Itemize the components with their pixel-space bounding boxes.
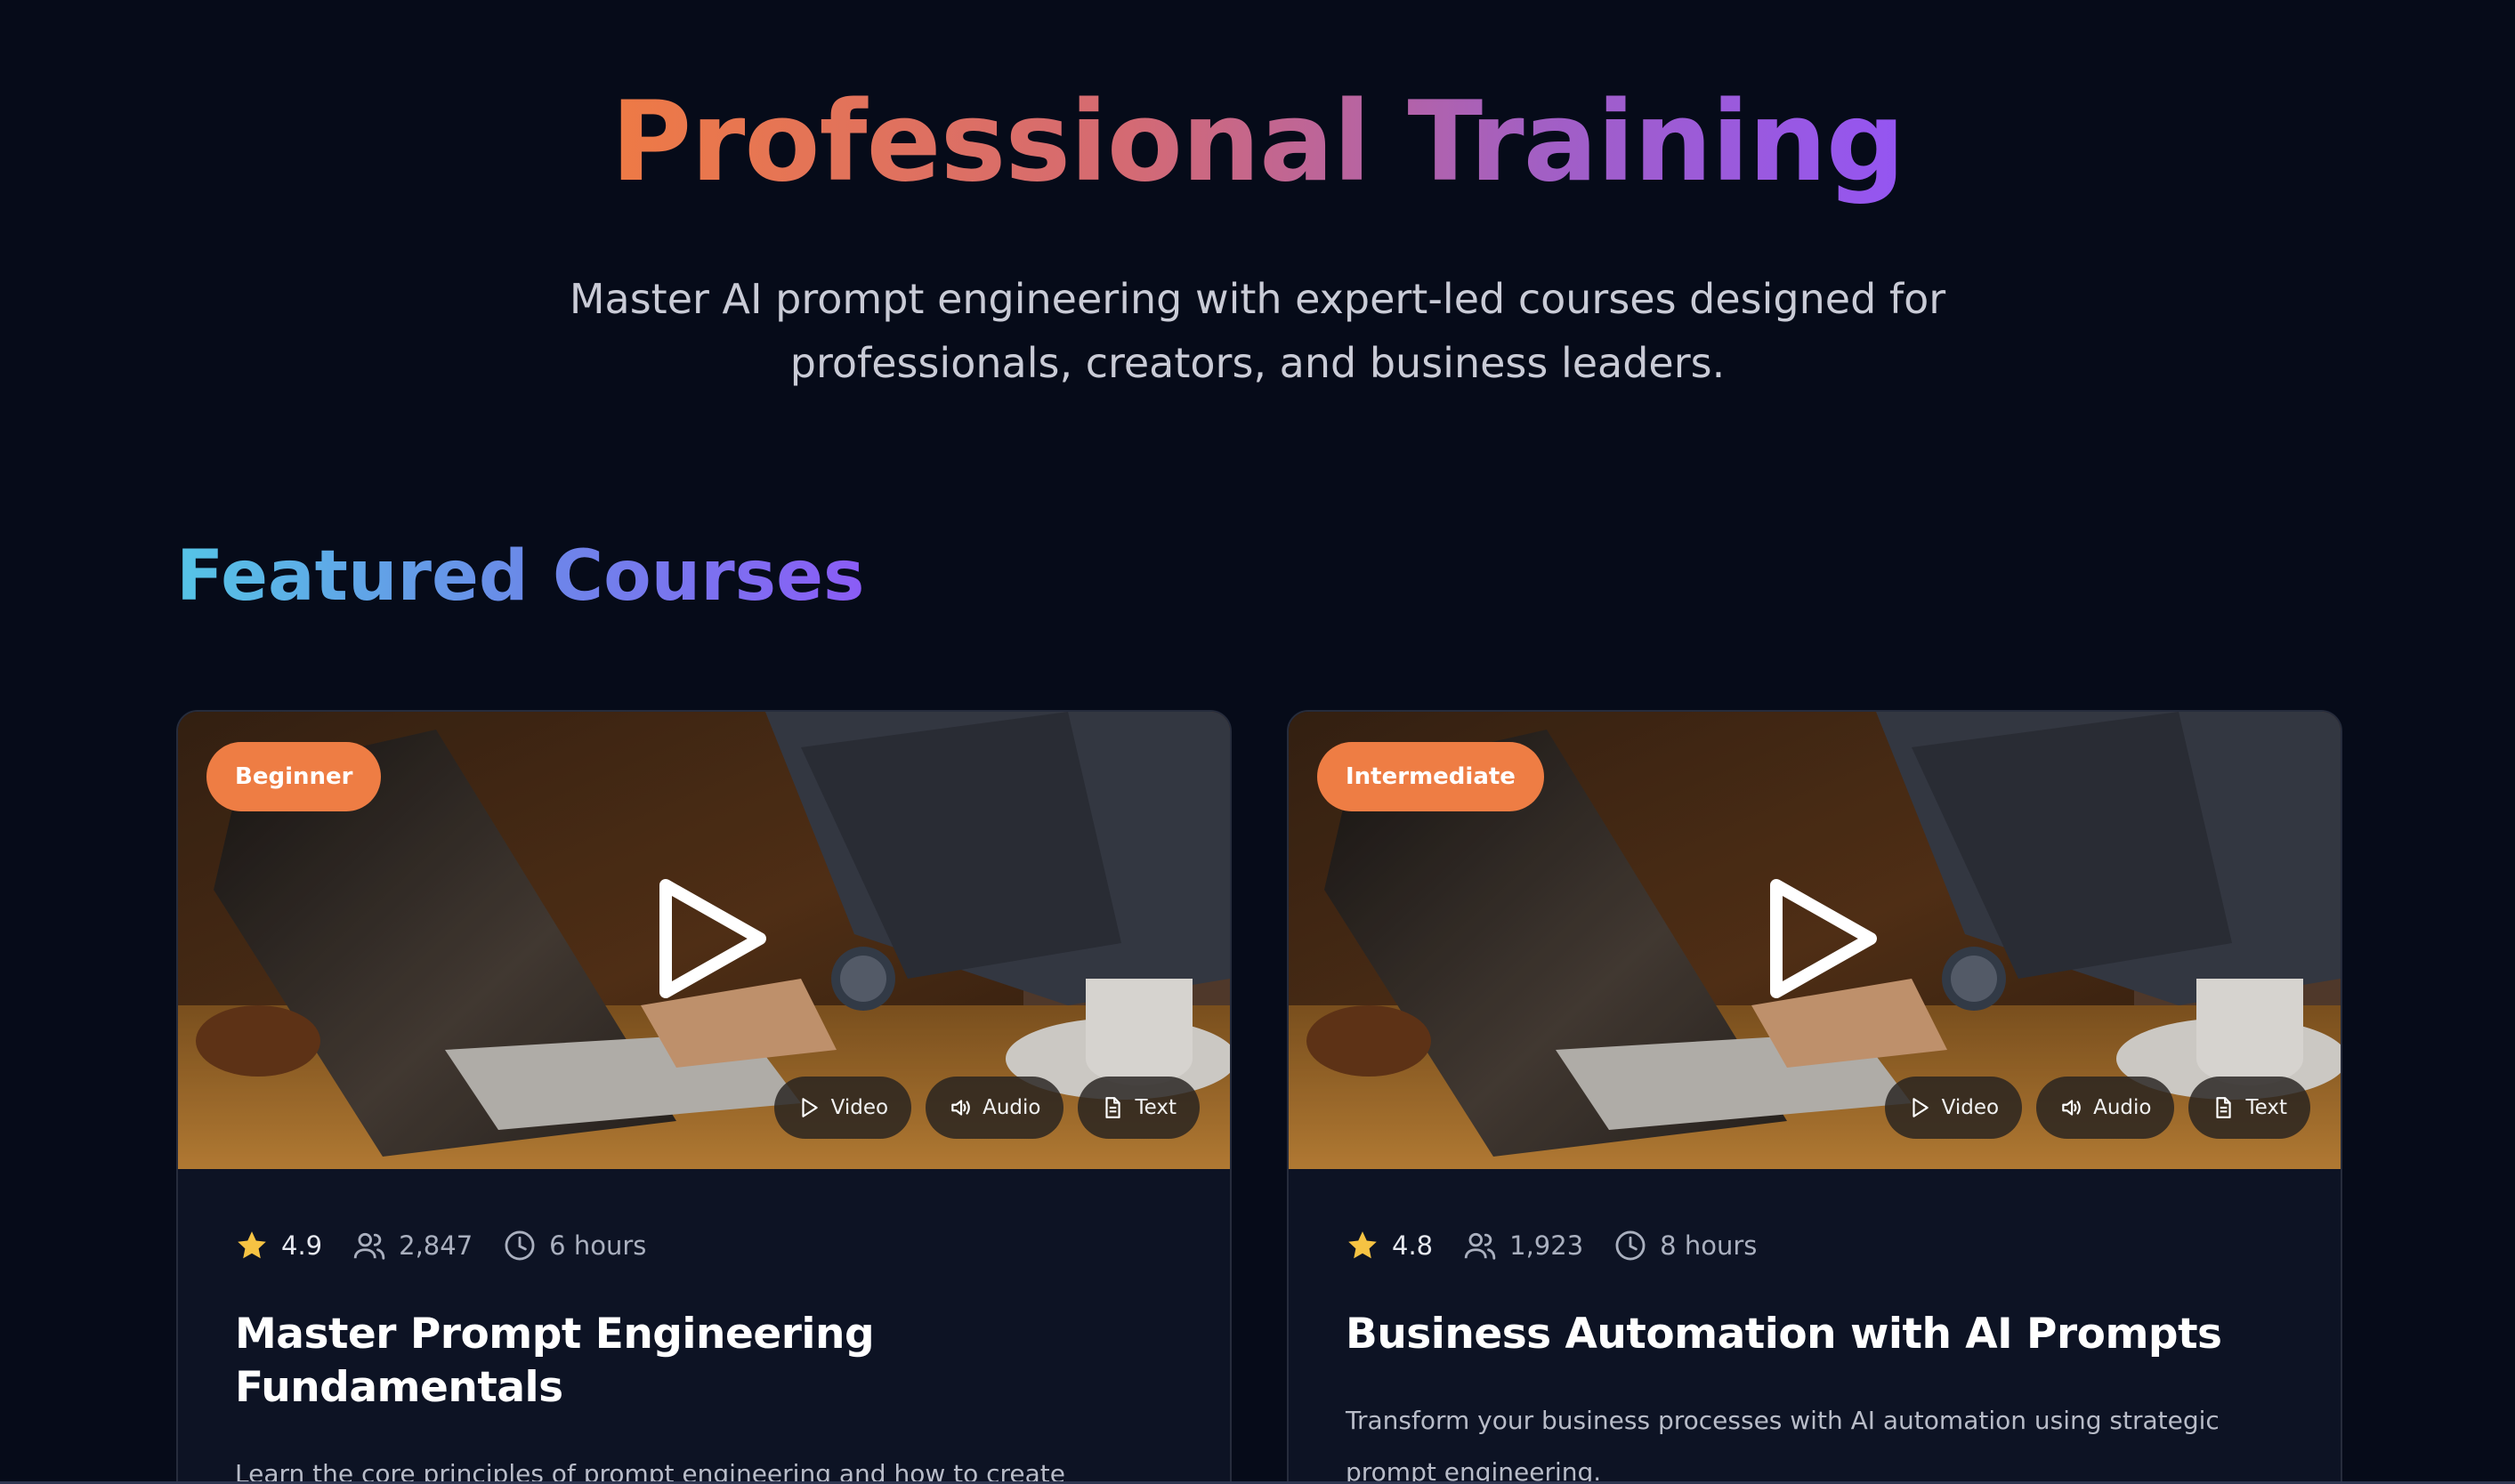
audio-button[interactable]: Audio [2036,1077,2175,1139]
course-stats: 4.8 1,923 8 hours [1346,1226,2284,1265]
users-icon [1464,1232,1496,1260]
rating-stat: 4.9 [235,1229,322,1262]
audio-button-label: Audio [2093,1096,2152,1119]
clock-icon [505,1230,535,1261]
featured-courses-heading: Featured Courses [176,536,865,617]
document-icon [2216,1097,2232,1118]
training-page: Professional Training Master AI prompt e… [0,0,2515,1484]
course-thumbnail[interactable]: Beginner Video Audio Text [178,712,1230,1169]
students-stat: 2,847 [352,1229,473,1262]
video-button[interactable]: Video [1884,1077,2023,1139]
level-badge: Beginner [206,742,382,811]
course-title[interactable]: Master Prompt Engineering Fundamentals [235,1308,1173,1415]
users-icon [353,1232,385,1260]
rating-stat: 4.8 [1346,1229,1433,1262]
students-count: 1,923 [1509,1230,1584,1261]
play-outline-icon [1913,1098,1929,1117]
audio-button[interactable]: Audio [926,1077,1064,1139]
audio-button-label: Audio [983,1096,1041,1119]
students-count: 2,847 [399,1230,473,1261]
course-card[interactable]: Intermediate Video Audio Text 4.8 1,923 … [1287,710,2342,1484]
course-card[interactable]: Beginner Video Audio Text 4.9 2,847 6 ho… [176,710,1232,1484]
duration-value: 8 hours [1660,1230,1758,1261]
level-badge: Intermediate [1317,742,1544,811]
duration-value: 6 hours [549,1230,647,1261]
duration-stat: 6 hours [503,1229,646,1262]
video-button-label: Video [1941,1096,2000,1119]
course-card-body: 4.9 2,847 6 hours Master Prompt Engineer… [178,1226,1230,1484]
course-description: Learn the core principles of prompt engi… [235,1459,1066,1484]
rating-value: 4.9 [281,1230,323,1261]
star-icon [1348,1231,1377,1259]
media-format-buttons: Video Audio Text [773,1077,1200,1139]
rating-value: 4.8 [1392,1230,1434,1261]
page-title: Professional Training [611,78,1904,206]
text-button[interactable]: Text [1078,1077,1200,1139]
document-icon [1105,1097,1121,1118]
video-button[interactable]: Video [773,1077,912,1139]
video-button-label: Video [830,1096,889,1119]
play-icon[interactable] [653,876,769,1001]
play-icon[interactable] [1764,876,1880,1001]
media-format-buttons: Video Audio Text [1884,1077,2310,1139]
text-button[interactable]: Text [2188,1077,2310,1139]
course-stats: 4.9 2,847 6 hours [235,1226,1173,1265]
course-description: Transform your business processes with A… [1346,1406,2220,1484]
students-stat: 1,923 [1463,1229,1583,1262]
speaker-icon [951,1100,970,1116]
course-title[interactable]: Business Automation with AI Prompts [1346,1308,2284,1361]
course-thumbnail[interactable]: Intermediate Video Audio Text [1289,712,2341,1169]
clock-icon [1615,1230,1646,1261]
speaker-icon [2062,1100,2081,1116]
play-outline-icon [802,1098,818,1117]
text-button-label: Text [2245,1096,2287,1119]
text-button-label: Text [1135,1096,1177,1119]
duration-stat: 8 hours [1613,1229,1757,1262]
course-card-body: 4.8 1,923 8 hours Business Automation wi… [1289,1226,2341,1484]
star-icon [238,1231,266,1259]
page-subtitle: Master AI prompt engineering with expert… [569,275,1946,387]
